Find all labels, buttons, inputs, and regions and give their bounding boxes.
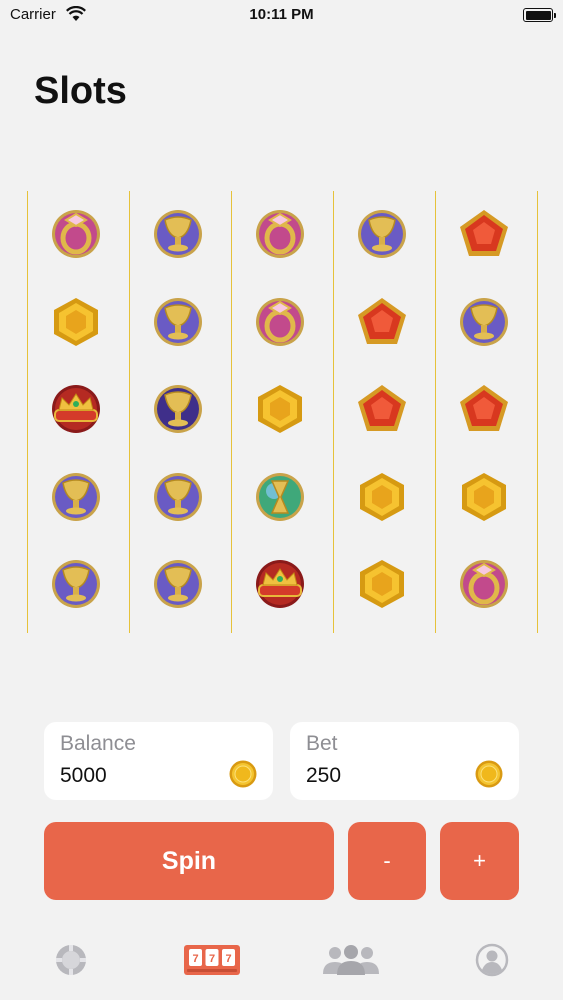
chalice-purple-symbol [355,207,409,261]
ring-pink-symbol [253,207,307,261]
svg-text:7: 7 [225,953,231,965]
crown-symbol [49,382,103,436]
chalice-purple-symbol [151,295,205,349]
crown-symbol [253,557,307,611]
slot-reels [27,191,538,633]
reel-divider [333,191,334,633]
clock: 10:11 PM [249,6,314,23]
reel-divider [129,191,130,633]
gem-hexagon-symbol [49,295,103,349]
chalice-dark-symbol [151,382,205,436]
balance-card: Balance 5000 [44,722,273,800]
gem-hexagon-symbol [457,470,511,524]
chalice-purple-symbol [151,470,205,524]
chalice-purple-symbol [49,557,103,611]
bet-value: 250 [306,764,342,787]
tab-profile[interactable] [462,940,522,980]
gem-hexagon-symbol [253,382,307,436]
bet-card: Bet 250 [290,722,519,800]
coin-icon [229,760,257,788]
gem-hexagon-symbol [355,470,409,524]
slot-machine-icon: 7 7 7 [184,945,240,975]
reel-divider [231,191,232,633]
hourglass-green-symbol [253,470,307,524]
page-title: Slots [34,70,127,112]
chalice-purple-symbol [151,557,205,611]
chip-icon [56,945,86,975]
chalice-purple-symbol [457,295,511,349]
ring-pink-symbol [253,295,307,349]
bet-label: Bet [306,732,338,755]
chalice-purple-symbol [49,470,103,524]
tab-community[interactable] [321,940,381,980]
gem-pentagon-red-symbol [457,207,511,261]
profile-icon [475,943,509,977]
tab-bar: 7 7 7 [0,928,563,1000]
gem-pentagon-red-symbol [457,382,511,436]
group-icon [323,945,379,975]
gem-pentagon-red-symbol [355,295,409,349]
tab-slots[interactable]: 7 7 7 [182,940,242,980]
svg-text:7: 7 [209,953,215,965]
gem-hexagon-symbol [355,557,409,611]
balance-value: 5000 [60,764,107,787]
increase-bet-button[interactable]: + [440,822,519,900]
ring-pink-symbol [457,557,511,611]
reel-divider [27,191,28,633]
gem-pentagon-red-symbol [355,382,409,436]
reel-divider [537,191,538,633]
chalice-purple-symbol [151,207,205,261]
balance-label: Balance [60,732,136,755]
decrease-bet-button[interactable]: - [348,822,426,900]
status-bar: Carrier 10:11 PM [0,0,563,30]
ring-pink-symbol [49,207,103,261]
svg-text:7: 7 [192,953,198,965]
coin-icon [475,760,503,788]
battery-icon [523,8,556,22]
tab-chip[interactable] [41,940,101,980]
spin-button[interactable]: Spin [44,822,334,900]
reel-divider [435,191,436,633]
